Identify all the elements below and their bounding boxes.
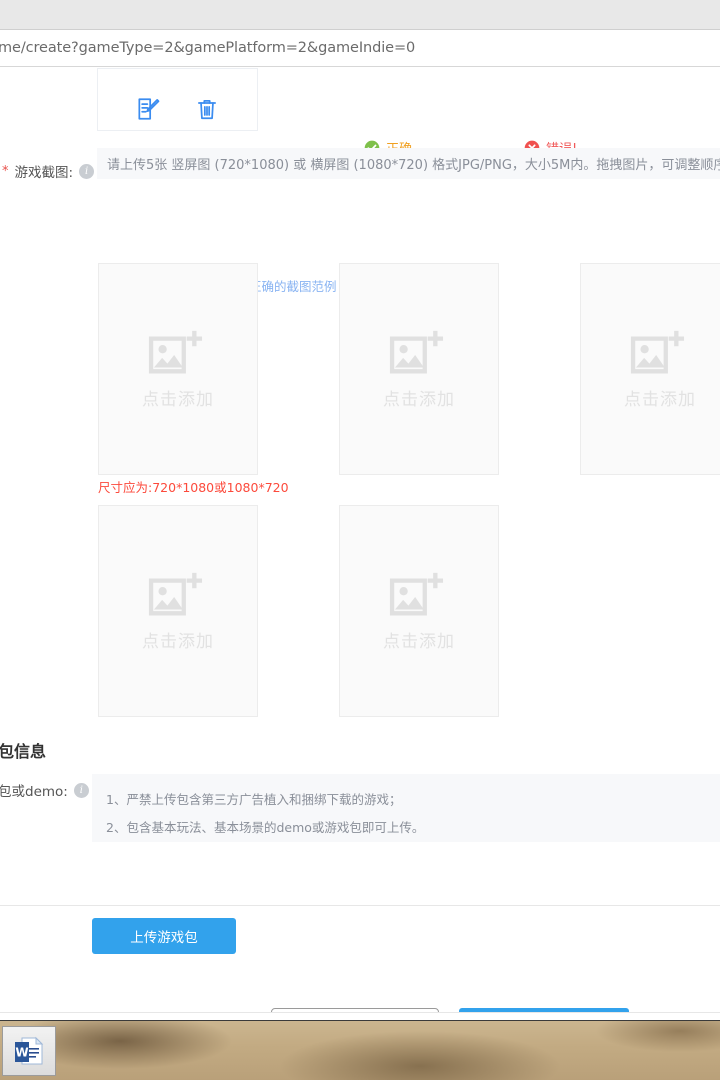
package-section-heading: 包信息 xyxy=(0,738,46,762)
screenshot-thumb-5[interactable]: 点击添加 xyxy=(339,505,499,717)
screenshot-thumb-4[interactable]: 点击添加 xyxy=(98,505,258,717)
screenshot-hint: 请上传5张 竖屏图 (720*1080) 或 横屏图 (1080*720) 格式… xyxy=(97,148,720,179)
taskbar-item-word[interactable]: W xyxy=(2,1026,56,1076)
image-add-icon xyxy=(389,329,449,385)
footer-divider-top xyxy=(0,905,720,906)
url-text: me/create?gameType=2&gamePlatform=2&game… xyxy=(0,40,415,56)
screenshot-size-error: 尺寸应为:720*1080或1080*720 xyxy=(98,477,289,496)
image-add-icon xyxy=(148,571,208,627)
required-star: * xyxy=(2,165,9,178)
image-add-icon xyxy=(630,329,690,385)
package-rule-1: 1、严禁上传包含第三方广告植入和捆绑下载的游戏； xyxy=(106,786,708,814)
image-add-icon xyxy=(389,571,449,627)
package-rules: 1、严禁上传包含第三方广告植入和捆绑下载的游戏； 2、包含基本玩法、基本场景的d… xyxy=(92,774,720,842)
info-icon[interactable]: i xyxy=(74,783,89,798)
package-rule-2: 2、包含基本玩法、基本场景的demo或游戏包即可上传。 xyxy=(106,814,708,842)
screenshot-thumb-1[interactable]: 点击添加 xyxy=(98,263,258,475)
image-add-icon xyxy=(148,329,208,385)
microsoft-word-icon: W xyxy=(14,1035,44,1067)
info-icon[interactable]: i xyxy=(79,164,94,179)
sample-screenshots-link[interactable]: 正确的截图范例 xyxy=(249,276,337,295)
edit-document-icon[interactable] xyxy=(135,96,161,122)
screen: me/create?gameType=2&gamePlatform=2&game… xyxy=(0,0,720,1080)
screenshot-thumb-3[interactable]: 点击添加 xyxy=(580,263,720,475)
trash-icon[interactable] xyxy=(194,96,220,122)
screenshot-hint-text: 请上传5张 竖屏图 (720*1080) 或 横屏图 (1080*720) 格式… xyxy=(107,154,720,173)
upload-package-button[interactable]: 上传游戏包 xyxy=(92,918,236,954)
svg-text:W: W xyxy=(15,1046,28,1060)
thumb-label: 点击添加 xyxy=(142,627,214,652)
footer-divider-bottom xyxy=(0,1012,720,1013)
browser-url-bar[interactable]: me/create?gameType=2&gamePlatform=2&game… xyxy=(0,30,720,67)
page-content: 正确 错误! * 游戏截图: i 请上传5张 竖屏图 (720*1080) 或 … xyxy=(0,67,720,1013)
os-taskbar: W xyxy=(0,1020,720,1080)
table-action-cell xyxy=(97,68,258,131)
package-label: 包或demo: i xyxy=(0,780,89,800)
thumb-label: 点击添加 xyxy=(383,385,455,410)
browser-tabstrip xyxy=(0,0,720,30)
thumb-label: 点击添加 xyxy=(624,385,696,410)
package-label-text: 包或demo: xyxy=(0,780,68,800)
screenshot-thumb-2[interactable]: 点击添加 xyxy=(339,263,499,475)
thumb-label: 点击添加 xyxy=(142,385,214,410)
screenshot-label: * 游戏截图: i xyxy=(2,161,94,181)
screenshot-label-text: 游戏截图: xyxy=(15,161,74,181)
thumb-label: 点击添加 xyxy=(383,627,455,652)
